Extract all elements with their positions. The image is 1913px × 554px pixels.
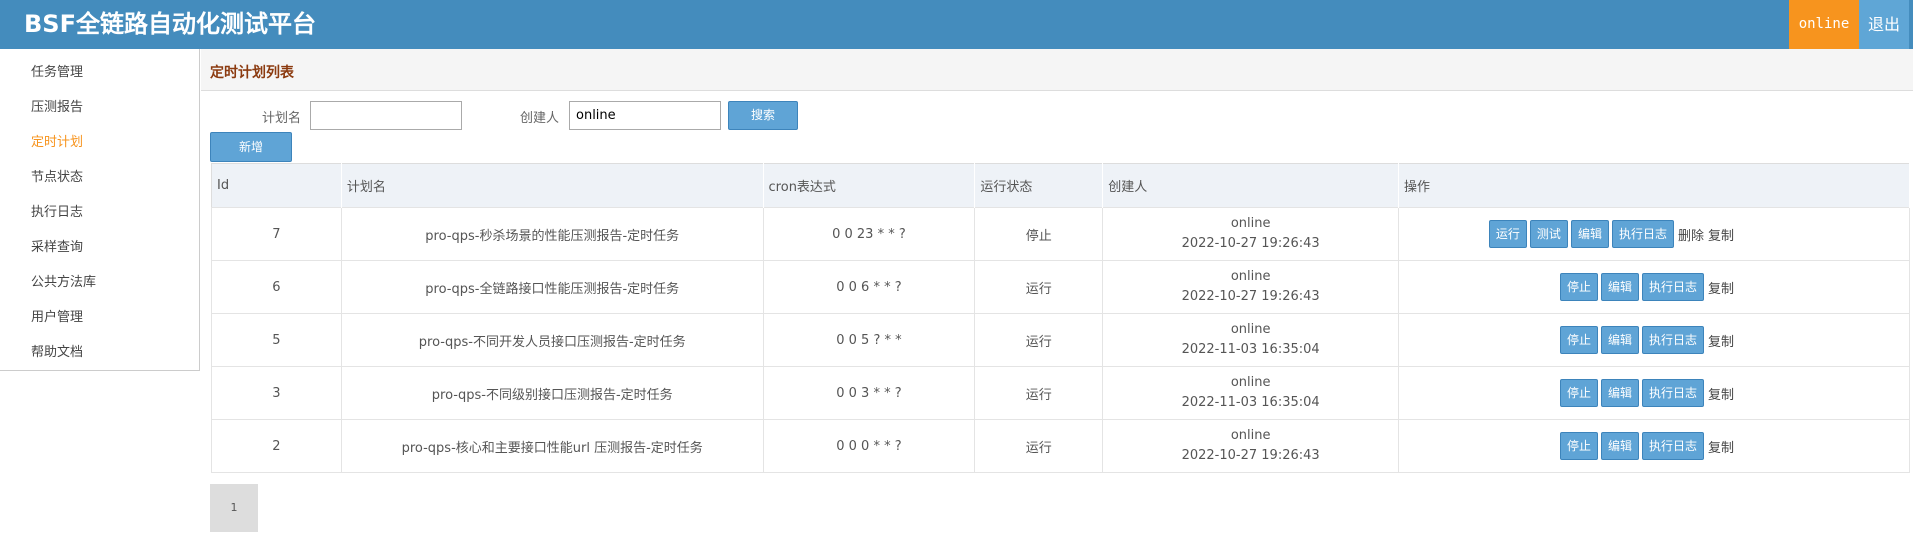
stop-button[interactable]: 停止 [1559, 326, 1598, 354]
cell-creator: online 2022-10-27 19:26:43 [1102, 260, 1400, 314]
cell-actions: 运行 测试 编辑 执行日志 删除 复制 [1398, 207, 1910, 261]
cell-id: 5 [211, 313, 342, 367]
cell-creator: online 2022-11-03 16:35:04 [1102, 313, 1400, 367]
cell-id: 7 [211, 207, 342, 261]
cell-cron: 0 0 0 * * ? [762, 419, 976, 473]
table-row: 2 pro-qps-核心和主要接口性能url 压测报告-定时任务 0 0 0 *… [211, 419, 1910, 473]
cell-actions: 停止 编辑 执行日志 复制 [1398, 419, 1910, 473]
plan-name-label: 计划名 [262, 111, 302, 126]
search-button[interactable]: 搜索 [728, 101, 798, 130]
app-title: BSF全链路自动化测试平台 [24, 10, 316, 38]
cell-id: 3 [211, 366, 342, 420]
copy-link[interactable]: 复制 [1708, 278, 1734, 297]
copy-link[interactable]: 复制 [1708, 437, 1734, 456]
execution-log-button[interactable]: 执行日志 [1641, 379, 1704, 407]
sidebar-item-execution-logs[interactable]: 执行日志 [31, 201, 83, 220]
cell-status: 运行 [974, 419, 1104, 473]
column-header-id: Id [211, 163, 342, 208]
execution-log-button[interactable]: 执行日志 [1641, 432, 1704, 460]
cell-creator: online 2022-10-27 19:26:43 [1102, 419, 1400, 473]
creator-name: online [1230, 428, 1271, 443]
cell-actions: 停止 编辑 执行日志 复制 [1398, 260, 1910, 314]
cell-actions: 停止 编辑 执行日志 复制 [1398, 366, 1910, 420]
execution-log-button[interactable]: 执行日志 [1641, 273, 1704, 301]
table-row: 3 pro-qps-不同级别接口压测报告-定时任务 0 0 3 * * ? 运行… [211, 366, 1910, 420]
sidebar: 任务管理 压测报告 定时计划 节点状态 执行日志 采样查询 公共方法库 用户管理… [0, 49, 200, 371]
logout-button[interactable]: 退出 [1859, 0, 1909, 49]
stop-button[interactable]: 停止 [1559, 379, 1598, 407]
creator-label: 创建人 [520, 111, 560, 126]
edit-button[interactable]: 编辑 [1600, 273, 1639, 301]
column-header-creator: 创建人 [1102, 163, 1400, 208]
sidebar-item-node-status[interactable]: 节点状态 [31, 166, 83, 185]
cell-plan-name: pro-qps-不同级别接口压测报告-定时任务 [340, 366, 764, 420]
sidebar-item-scheduled-plans[interactable]: 定时计划 [31, 131, 83, 150]
add-button[interactable]: 新增 [210, 132, 292, 162]
created-time: 2022-10-27 19:26:43 [1181, 236, 1320, 251]
execution-log-button[interactable]: 执行日志 [1611, 220, 1674, 248]
copy-link[interactable]: 复制 [1708, 331, 1734, 350]
sidebar-item-task-management[interactable]: 任务管理 [31, 61, 83, 80]
column-header-actions: 操作 [1398, 163, 1910, 208]
edit-button[interactable]: 编辑 [1600, 432, 1639, 460]
created-time: 2022-10-27 19:26:43 [1181, 289, 1320, 304]
plan-name-input[interactable] [310, 101, 462, 130]
cell-status: 运行 [974, 366, 1104, 420]
column-header-status: 运行状态 [974, 163, 1104, 208]
table-header-row: Id 计划名 cron表达式 运行状态 创建人 操作 [211, 163, 1910, 208]
edit-button[interactable]: 编辑 [1570, 220, 1609, 248]
cell-cron: 0 0 5 ? * * [762, 313, 976, 367]
cell-cron: 0 0 23 * * ? [762, 207, 976, 261]
cell-plan-name: pro-qps-秒杀场景的性能压测报告-定时任务 [340, 207, 764, 261]
copy-link[interactable]: 复制 [1708, 384, 1734, 403]
edit-button[interactable]: 编辑 [1600, 379, 1639, 407]
creator-name: online [1230, 269, 1271, 284]
created-time: 2022-10-27 19:26:43 [1181, 448, 1320, 463]
creator-name: online [1230, 375, 1271, 390]
cell-plan-name: pro-qps-不同开发人员接口压测报告-定时任务 [340, 313, 764, 367]
cell-actions: 停止 编辑 执行日志 复制 [1398, 313, 1910, 367]
cell-cron: 0 0 6 * * ? [762, 260, 976, 314]
sidebar-item-sampling-query[interactable]: 采样查询 [31, 236, 83, 255]
execution-log-button[interactable]: 执行日志 [1641, 326, 1704, 354]
pagination-page-1[interactable]: 1 [210, 484, 258, 532]
creator-name: online [1230, 322, 1271, 337]
edit-button[interactable]: 编辑 [1600, 326, 1639, 354]
cell-id: 2 [211, 419, 342, 473]
table-row: 5 pro-qps-不同开发人员接口压测报告-定时任务 0 0 5 ? * * … [211, 313, 1910, 367]
creator-input[interactable] [569, 101, 721, 130]
table-row: 7 pro-qps-秒杀场景的性能压测报告-定时任务 0 0 23 * * ? … [211, 207, 1910, 261]
main-header: 定时计划列表 [201, 49, 1913, 91]
sidebar-item-user-management[interactable]: 用户管理 [31, 306, 83, 325]
created-time: 2022-11-03 16:35:04 [1181, 395, 1320, 410]
cell-status: 运行 [974, 313, 1104, 367]
cell-creator: online 2022-10-27 19:26:43 [1102, 207, 1400, 261]
sidebar-item-help-docs[interactable]: 帮助文档 [31, 341, 83, 360]
sidebar-item-load-test-reports[interactable]: 压测报告 [31, 96, 83, 115]
cell-plan-name: pro-qps-核心和主要接口性能url 压测报告-定时任务 [340, 419, 764, 473]
table-row: 6 pro-qps-全链路接口性能压测报告-定时任务 0 0 6 * * ? 运… [211, 260, 1910, 314]
cell-creator: online 2022-11-03 16:35:04 [1102, 366, 1400, 420]
column-header-name: 计划名 [341, 163, 764, 208]
test-button[interactable]: 测试 [1529, 220, 1568, 248]
stop-button[interactable]: 停止 [1559, 273, 1598, 301]
top-bar: BSF全链路自动化测试平台 online 退出 [0, 0, 1913, 49]
cell-plan-name: pro-qps-全链路接口性能压测报告-定时任务 [340, 260, 764, 314]
cell-status: 运行 [974, 260, 1104, 314]
cell-id: 6 [211, 260, 342, 314]
cell-cron: 0 0 3 * * ? [762, 366, 976, 420]
delete-link[interactable]: 删除 [1678, 225, 1704, 244]
page-title: 定时计划列表 [210, 65, 294, 81]
copy-link[interactable]: 复制 [1708, 225, 1734, 244]
current-user[interactable]: online [1789, 0, 1859, 49]
creator-name: online [1230, 216, 1271, 231]
schedule-table: Id 计划名 cron表达式 运行状态 创建人 操作 7 pro-qps-秒杀场… [211, 163, 1910, 473]
run-button[interactable]: 运行 [1488, 220, 1527, 248]
sidebar-item-common-methods[interactable]: 公共方法库 [31, 271, 96, 290]
created-time: 2022-11-03 16:35:04 [1181, 342, 1320, 357]
cell-status: 停止 [974, 207, 1104, 261]
stop-button[interactable]: 停止 [1559, 432, 1598, 460]
column-header-cron: cron表达式 [763, 163, 976, 208]
